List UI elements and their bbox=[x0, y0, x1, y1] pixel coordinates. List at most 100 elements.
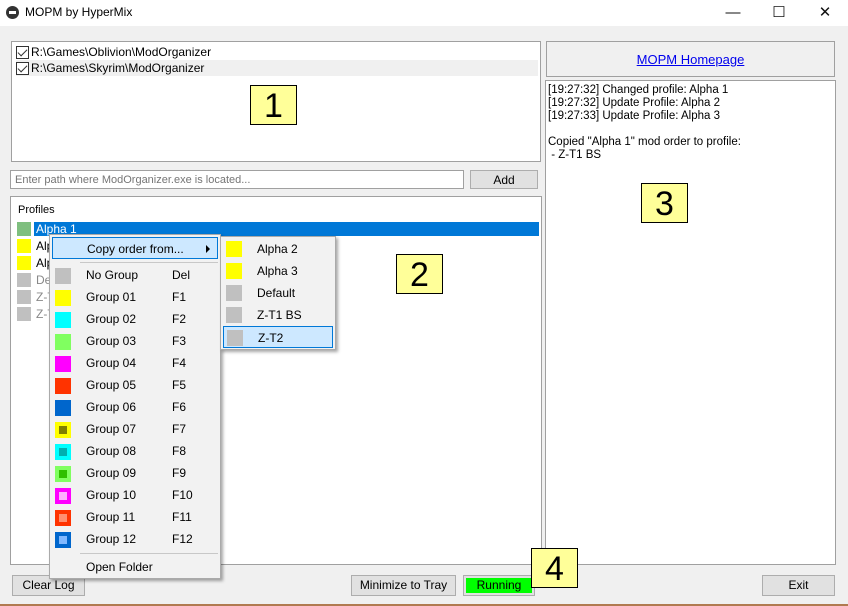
menu-item-label: Group 04 bbox=[86, 356, 137, 370]
copy-order-submenu: Alpha 2 Alpha 3 Default Z-T1 BS Z-T2 bbox=[220, 236, 336, 350]
checkbox-checked-icon[interactable] bbox=[16, 61, 29, 75]
profile-color-swatch-icon bbox=[17, 239, 31, 253]
group-inner-swatch-icon bbox=[59, 448, 67, 456]
menu-item-label: Group 08 bbox=[86, 444, 137, 458]
menu-item-shortcut: F5 bbox=[172, 378, 187, 392]
profile-color-swatch-icon bbox=[226, 285, 242, 301]
submenu-item-profile[interactable]: Default bbox=[223, 282, 333, 304]
menu-item-label: Group 10 bbox=[86, 488, 137, 502]
menu-item-group[interactable]: Group 10 F10 bbox=[52, 484, 218, 506]
annotation-badge-2: 2 bbox=[396, 254, 443, 294]
menu-item-shortcut: F6 bbox=[172, 400, 187, 414]
group-color-swatch-icon bbox=[55, 356, 71, 372]
game-path-label: R:\Games\Skyrim\ModOrganizer bbox=[31, 61, 205, 75]
group-inner-swatch-icon bbox=[59, 426, 67, 434]
modorganizer-path-input[interactable] bbox=[10, 170, 464, 189]
profile-color-swatch-icon bbox=[227, 330, 243, 346]
group-inner-swatch-icon bbox=[59, 536, 67, 544]
submenu-item-label: Z-T1 BS bbox=[257, 308, 302, 322]
menu-item-group[interactable]: Group 09 F9 bbox=[52, 462, 218, 484]
group-color-swatch-icon bbox=[55, 422, 71, 438]
menu-item-label: No Group bbox=[86, 268, 139, 282]
checkbox-checked-icon[interactable] bbox=[16, 45, 29, 59]
menu-item-open-folder[interactable]: Open Folder bbox=[52, 556, 218, 578]
menu-item-label: Group 03 bbox=[86, 334, 137, 348]
menu-item-shortcut: F10 bbox=[172, 488, 193, 502]
menu-item-label: Group 01 bbox=[86, 290, 137, 304]
menu-item-label: Group 09 bbox=[86, 466, 137, 480]
menu-item-label: Group 07 bbox=[86, 422, 137, 436]
menu-item-group[interactable]: Group 12 F12 bbox=[52, 528, 218, 550]
submenu-item-profile[interactable]: Z-T1 BS bbox=[223, 304, 333, 326]
profiles-label: Profiles bbox=[18, 204, 55, 216]
homepage-link[interactable]: MOPM Homepage bbox=[546, 41, 835, 77]
game-path-row[interactable]: R:\Games\Skyrim\ModOrganizer bbox=[16, 60, 538, 76]
menu-item-label: Group 11 bbox=[86, 510, 136, 524]
minimize-to-tray-button[interactable]: Minimize to Tray bbox=[351, 575, 456, 596]
group-color-swatch-icon bbox=[55, 312, 71, 328]
game-path-label: R:\Games\Oblivion\ModOrganizer bbox=[31, 45, 212, 59]
menu-separator bbox=[80, 553, 218, 554]
game-path-row[interactable]: R:\Games\Oblivion\ModOrganizer bbox=[16, 44, 538, 60]
exit-button[interactable]: Exit bbox=[762, 575, 835, 596]
menu-item-group[interactable]: Group 08 F8 bbox=[52, 440, 218, 462]
menu-item-shortcut: F8 bbox=[172, 444, 187, 458]
annotation-badge-3: 3 bbox=[641, 183, 688, 223]
menu-item-group[interactable]: Group 05 F5 bbox=[52, 374, 218, 396]
group-color-swatch-icon bbox=[55, 510, 71, 526]
annotation-badge-1: 1 bbox=[250, 85, 297, 125]
menu-item-shortcut: Del bbox=[172, 268, 191, 282]
group-color-swatch-icon bbox=[55, 466, 71, 482]
menu-item-group[interactable]: Group 02 F2 bbox=[52, 308, 218, 330]
menu-item-group[interactable]: Group 11 F11 bbox=[52, 506, 218, 528]
group-color-swatch-icon bbox=[55, 444, 71, 460]
group-color-swatch-icon bbox=[55, 400, 71, 416]
profile-color-swatch-icon bbox=[226, 263, 242, 279]
menu-item-shortcut: F3 bbox=[172, 334, 187, 348]
status-label: Running bbox=[466, 578, 532, 593]
title-bar: MOPM by HyperMix — ☐ ✕ bbox=[0, 0, 848, 26]
menu-item-shortcut: F9 bbox=[172, 466, 187, 480]
menu-item-shortcut: F11 bbox=[172, 510, 192, 524]
menu-item-group[interactable]: No Group Del bbox=[52, 264, 218, 286]
menu-item-group[interactable]: Group 04 F4 bbox=[52, 352, 218, 374]
group-inner-swatch-icon bbox=[59, 492, 67, 500]
menu-item-label: Group 02 bbox=[86, 312, 137, 326]
menu-item-label: Group 12 bbox=[86, 532, 137, 546]
menu-item-shortcut: F12 bbox=[172, 532, 193, 546]
status-indicator[interactable]: Running bbox=[463, 575, 535, 596]
profile-color-swatch-icon bbox=[226, 307, 242, 323]
log-textbox[interactable]: [19:27:32] Changed profile: Alpha 1 [19:… bbox=[545, 80, 836, 565]
profile-color-swatch-icon bbox=[17, 273, 31, 287]
menu-item-shortcut: F7 bbox=[172, 422, 187, 436]
submenu-item-profile[interactable]: Z-T2 bbox=[223, 326, 333, 348]
profile-color-swatch-icon bbox=[17, 290, 31, 304]
menu-item-label: Copy order from... bbox=[87, 242, 184, 256]
window-title: MOPM by HyperMix bbox=[25, 5, 133, 19]
menu-item-label: Open Folder bbox=[86, 560, 153, 574]
profile-color-swatch-icon bbox=[17, 256, 31, 270]
menu-item-group[interactable]: Group 07 F7 bbox=[52, 418, 218, 440]
menu-item-group[interactable]: Group 06 F6 bbox=[52, 396, 218, 418]
submenu-arrow-icon bbox=[206, 245, 210, 253]
menu-item-shortcut: F2 bbox=[172, 312, 187, 326]
group-inner-swatch-icon bbox=[59, 470, 67, 478]
profile-color-swatch-icon bbox=[226, 241, 242, 257]
submenu-item-label: Z-T2 bbox=[258, 331, 284, 345]
group-color-swatch-icon bbox=[55, 290, 71, 306]
maximize-icon[interactable]: ☐ bbox=[756, 0, 802, 26]
menu-item-group[interactable]: Group 03 F3 bbox=[52, 330, 218, 352]
group-color-swatch-icon bbox=[55, 488, 71, 504]
submenu-item-profile[interactable]: Alpha 2 bbox=[223, 238, 333, 260]
menu-separator bbox=[80, 262, 218, 263]
close-icon[interactable]: ✕ bbox=[802, 0, 848, 26]
menu-item-label: Group 06 bbox=[86, 400, 137, 414]
profile-context-menu: Copy order from... No Group Del Group 01 F1… bbox=[49, 234, 221, 579]
add-button[interactable]: Add bbox=[470, 170, 538, 189]
submenu-item-profile[interactable]: Alpha 3 bbox=[223, 260, 333, 282]
menu-item-copy-order-from[interactable]: Copy order from... bbox=[52, 237, 218, 259]
menu-item-shortcut: F1 bbox=[172, 290, 187, 304]
menu-item-group[interactable]: Group 01 F1 bbox=[52, 286, 218, 308]
group-color-swatch-icon bbox=[55, 378, 71, 394]
minimize-icon[interactable]: — bbox=[710, 0, 756, 26]
